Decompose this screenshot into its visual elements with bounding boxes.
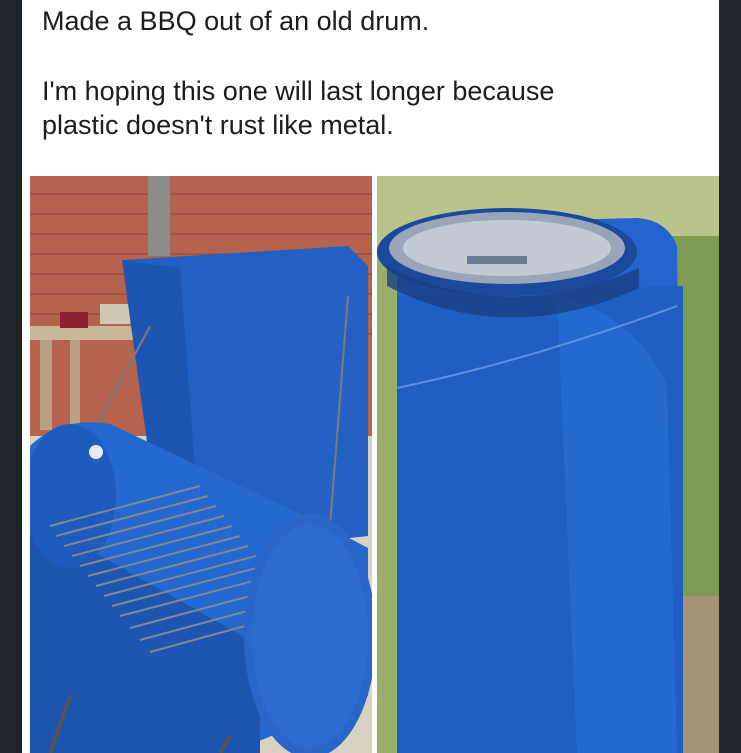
post-text-line-3: plastic doesn't rust like metal.: [42, 110, 394, 140]
bbq-illustration: [30, 176, 372, 753]
drum-photo[interactable]: [377, 176, 719, 753]
left-edge: [0, 0, 22, 753]
right-edge: [719, 0, 741, 753]
post-card: Made a BBQ out of an old drum. I'm hopin…: [22, 0, 719, 753]
post-text-line-1: Made a BBQ out of an old drum.: [42, 6, 430, 36]
post-text: Made a BBQ out of an old drum. I'm hopin…: [42, 4, 702, 142]
post-text-line-2: I'm hoping this one will last longer bec…: [42, 76, 555, 106]
bbq-photo[interactable]: [30, 176, 372, 753]
drum-illustration: [377, 176, 719, 753]
